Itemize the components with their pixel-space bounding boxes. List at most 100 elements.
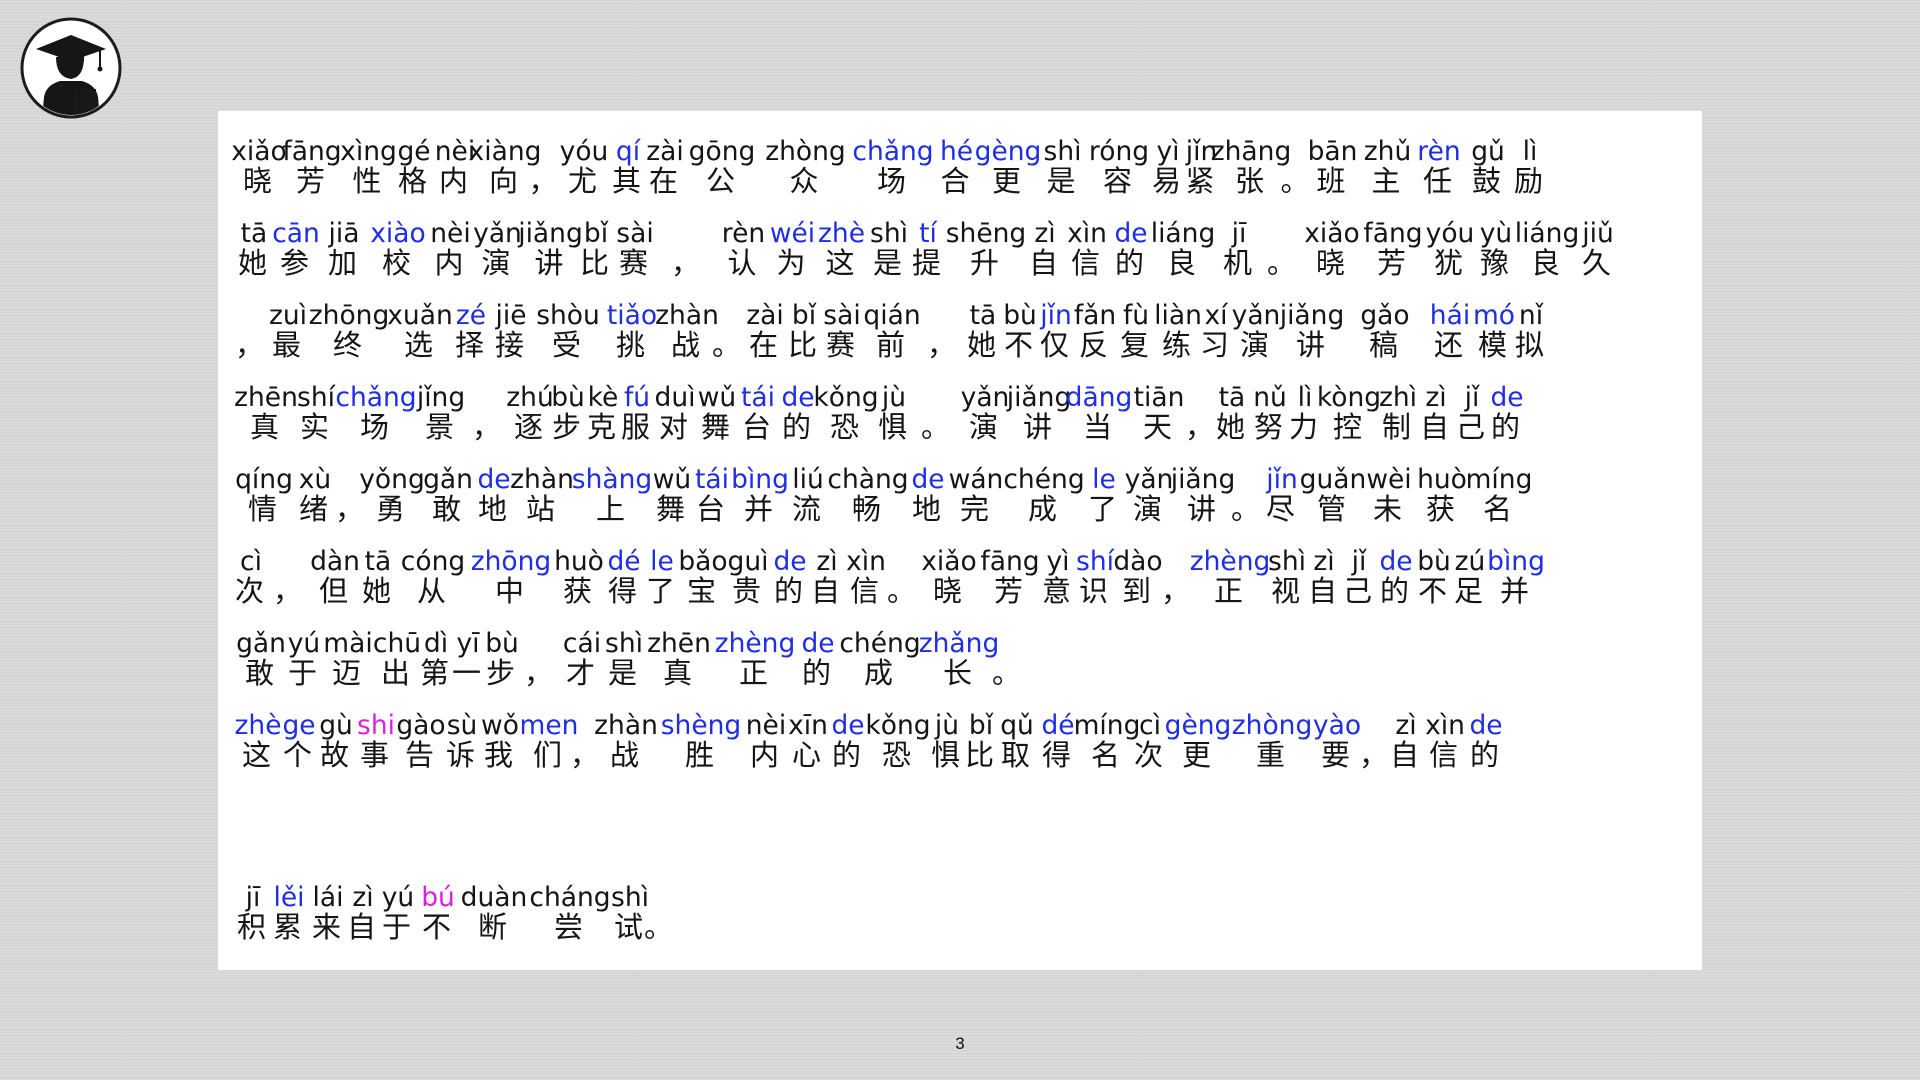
- hanzi-character: 并: [1499, 574, 1532, 608]
- character-unit: gù 故: [318, 711, 354, 770]
- character-unit: ，: [529, 137, 558, 196]
- character-unit: 。: [1281, 137, 1310, 196]
- hanzi-character: 真: [249, 410, 282, 444]
- character-unit: zì 自: [1026, 219, 1064, 278]
- hanzi-character: 反: [1078, 328, 1111, 362]
- character-unit: zhǔ 主: [1358, 137, 1417, 196]
- pinyin-syllable: le: [650, 546, 674, 577]
- character-unit: cháng 尝: [529, 883, 610, 942]
- character-unit: gèng 更: [975, 137, 1042, 196]
- character-unit: zhòng 重: [1232, 711, 1313, 770]
- pinyin-syllable: jǐ: [1351, 546, 1367, 577]
- hanzi-character: 升: [969, 246, 1002, 280]
- pinyin-syllable: xuǎn: [387, 300, 453, 331]
- pinyin-syllable: shì: [1268, 546, 1306, 577]
- hanzi-character: 她: [361, 574, 394, 608]
- hanzi-character: 舞: [655, 492, 688, 526]
- hanzi-character: 挑: [615, 328, 648, 362]
- character-unit: fāng 芳: [282, 137, 342, 196]
- character-unit: yì 易: [1149, 137, 1187, 196]
- hanzi-character: 的: [801, 656, 834, 690]
- pinyin-syllable: jǐng: [416, 382, 466, 413]
- character-unit: le 了: [644, 547, 680, 606]
- hanzi-character: 内: [434, 246, 467, 280]
- hanzi-character: 的: [1490, 410, 1523, 444]
- pinyin-syllable: bù: [1417, 546, 1451, 577]
- character-unit: qǔ 取: [996, 711, 1038, 770]
- character-unit: shi 事: [354, 711, 398, 770]
- pinyin-syllable: zhàn: [594, 710, 658, 741]
- text-line: jī 积 lěi 累 lái 来 zì 自 yú 于 bú 不 duàn 断 cháng 尝 shì 试。: [236, 883, 1702, 945]
- pinyin-syllable: shì: [1043, 136, 1082, 167]
- hanzi-character: 出: [380, 656, 413, 690]
- character-unit: jiǎng 讲: [1007, 383, 1072, 444]
- hanzi-character: 芳: [993, 574, 1026, 608]
- character-unit: yǎn 演: [960, 383, 1010, 442]
- pinyin-syllable: ge: [282, 710, 316, 741]
- character-unit: jǐng 景: [416, 383, 466, 442]
- pinyin-syllable: shí: [1076, 546, 1114, 577]
- character-unit: tiǎo 挑: [604, 301, 660, 360]
- character-unit: tā 她: [358, 547, 398, 606]
- character-unit: bǐ 比: [788, 301, 820, 360]
- character-unit: zì 自: [1418, 383, 1454, 442]
- text-line: tā 她 cān 参 jiā 加 xiào 校 nèi 内 yǎn 演 jiǎng 讲 bǐ 比 sài 赛， rè…: [236, 219, 1702, 281]
- hanzi-character: 加: [327, 246, 360, 280]
- pinyin-syllable: qí: [615, 136, 641, 167]
- hanzi-character: 接: [494, 328, 527, 362]
- hanzi-character: ，: [335, 492, 368, 526]
- character-unit: 。: [887, 547, 920, 608]
- hanzi-character: 公: [705, 164, 738, 198]
- hanzi-character: 要: [1320, 738, 1353, 772]
- hanzi-character: 流: [791, 492, 824, 526]
- character-unit: róng 容: [1089, 137, 1149, 196]
- hanzi-character: 练: [1161, 328, 1194, 362]
- hanzi-character: 参: [279, 246, 312, 280]
- pinyin-syllable: xù: [298, 464, 332, 495]
- character-unit: ，: [920, 301, 966, 360]
- character-unit: ，: [235, 301, 268, 362]
- hanzi-character: 天: [1142, 410, 1175, 444]
- hanzi-character: 地: [477, 492, 510, 526]
- pinyin-syllable: chū: [372, 628, 422, 659]
- hanzi-character: 最: [271, 328, 304, 362]
- hanzi-character: 自: [347, 910, 380, 944]
- hanzi-character: 迈: [331, 656, 364, 690]
- hanzi-character: 良: [1530, 246, 1563, 280]
- character-unit: de 的: [828, 711, 868, 770]
- character-unit: gào 告: [396, 711, 445, 770]
- character-unit: jiē 接: [490, 301, 532, 360]
- hanzi-character: ，: [235, 328, 268, 362]
- pinyin-syllable: cān: [272, 218, 320, 249]
- hanzi-character: 勇: [375, 492, 408, 526]
- pinyin-syllable: bú: [421, 882, 455, 913]
- character-unit: yǎn 演: [473, 219, 522, 278]
- hanzi-character: 己: [1455, 410, 1488, 444]
- character-unit: yóu 尤: [556, 137, 612, 196]
- pinyin-syllable: de: [911, 464, 945, 495]
- character-unit: lì 励: [1514, 137, 1545, 196]
- character-unit: zhòng 众: [758, 137, 853, 196]
- character-unit: dào 到: [1113, 547, 1162, 606]
- pinyin-syllable: gé: [397, 136, 431, 167]
- hanzi-character: 实: [299, 410, 332, 444]
- character-unit: xiǎo 晓: [1302, 219, 1362, 278]
- hanzi-character: 稿: [1368, 328, 1401, 362]
- character-unit: zì 自: [1306, 547, 1342, 606]
- pinyin-syllable: bǐ: [968, 710, 994, 741]
- character-unit: 。: [1264, 219, 1302, 278]
- character-unit: bù 步: [484, 629, 520, 688]
- hanzi-character: 讲: [1022, 410, 1055, 444]
- character-unit: shòu 受: [532, 301, 604, 360]
- hanzi-character: 的: [1379, 574, 1412, 608]
- hanzi-character: 。: [887, 574, 920, 608]
- pinyin-syllable: bǎo: [678, 546, 728, 577]
- pinyin-syllable: bìng: [731, 464, 789, 495]
- character-unit: kòng 控: [1317, 383, 1381, 442]
- hanzi-character: 战: [670, 328, 703, 362]
- pinyin-syllable: yóu: [1425, 218, 1475, 249]
- hanzi-character: 。: [1231, 492, 1264, 526]
- character-unit: chéng 成: [1003, 465, 1084, 524]
- pinyin-syllable: wǔ: [652, 464, 692, 495]
- pinyin-syllable: shì: [611, 882, 649, 913]
